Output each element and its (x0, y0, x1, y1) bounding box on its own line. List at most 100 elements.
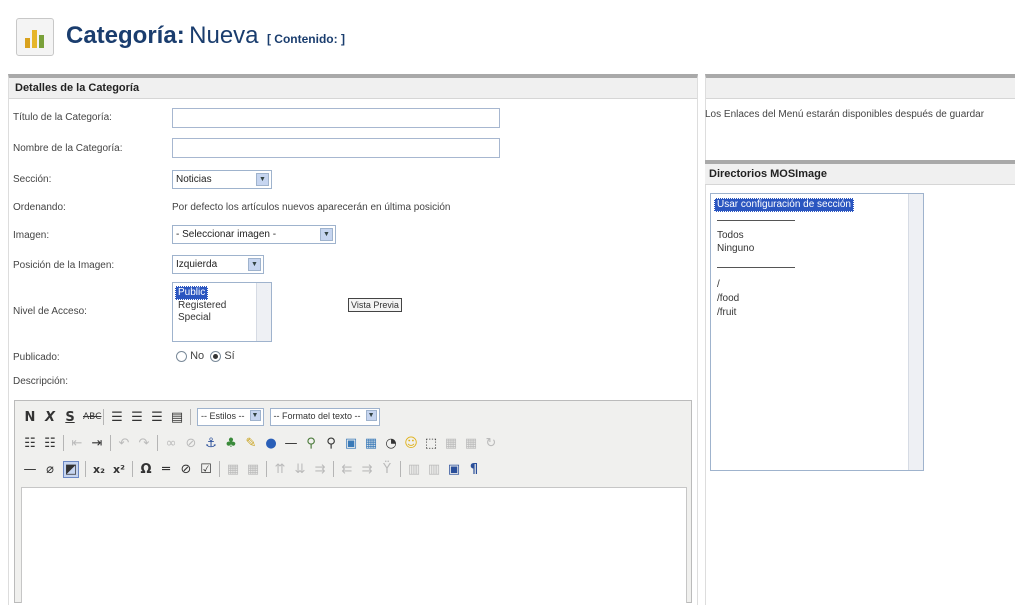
mosimage-option[interactable]: /food (717, 293, 739, 304)
insert-row-icon[interactable]: ▦ (444, 436, 458, 451)
table-icon[interactable]: ▦ (226, 462, 240, 477)
chevron-down-icon: ▼ (256, 173, 269, 186)
editor-toolbar-row-1: N X S ABC ☰ ☰ ☰ ▤ -- Estilos -- ▼ -- For… (23, 407, 380, 427)
insert-image-icon[interactable]: ⊘ (179, 462, 193, 477)
radio-no[interactable] (176, 350, 187, 362)
formato-select[interactable]: -- Formato del texto -- ▼ (269, 408, 380, 426)
titulo-input[interactable] (172, 108, 500, 128)
vista-previa-button[interactable]: Vista Previa (348, 298, 402, 312)
italic-icon[interactable]: X (43, 410, 57, 425)
delete-row-icon[interactable]: ▦ (464, 436, 478, 451)
numbered-list-icon[interactable]: ☷ (43, 436, 57, 451)
paste-icon[interactable]: ▦ (364, 436, 378, 451)
special-char-icon[interactable]: Ω (139, 462, 153, 477)
align-center-icon[interactable]: ☰ (130, 410, 144, 425)
subscript-icon[interactable]: x₂ (92, 463, 106, 476)
editor-toolbar-row-3: — ⌀ ◩ x₂ x² Ω ═ ⊘ ☑ ▦ ▦ ⇈ ⇊ ⇉ ⇇ ⇉ Ÿ ▥ ▥ … (23, 459, 481, 479)
anchor-icon[interactable]: ⚓ (204, 436, 218, 451)
delete-col-icon[interactable]: Ÿ (380, 462, 394, 477)
emoticon-icon[interactable]: ◔ (384, 436, 398, 451)
row-after-icon[interactable]: ⇊ (293, 462, 307, 477)
listbox-scrollbar[interactable] (908, 194, 923, 470)
image-icon[interactable]: ♣ (224, 436, 238, 451)
indent-icon[interactable]: ⇥ (90, 436, 104, 451)
row-before-icon[interactable]: ⇈ (273, 462, 287, 477)
nivel-option[interactable]: Registered (175, 300, 226, 312)
seccion-value: Noticias (176, 174, 212, 185)
insert-date-icon[interactable]: ☑ (199, 462, 213, 477)
cleanup-icon[interactable]: ✎ (244, 436, 258, 451)
listbox-scrollbar[interactable] (256, 283, 271, 341)
radio-si[interactable] (210, 350, 222, 362)
bullet-list-icon[interactable]: ☷ (23, 436, 37, 451)
strikethrough-icon[interactable]: ABC (83, 412, 101, 422)
bar-icon-part (32, 30, 37, 48)
mosimage-option-selected[interactable]: Usar configuración de sección (714, 198, 854, 212)
visual-aid-icon[interactable]: ⬚ (424, 436, 438, 451)
editor-toolbar-row-2: ☷ ☷ ⇤ ⇥ ↶ ↷ ∞ ⊘ ⚓ ♣ ✎ ● — ⚲ ⚲ ▣ ▦ ◔ ☺ ⬚ … (23, 433, 498, 453)
remove-format-icon[interactable]: ⌀ (43, 462, 57, 477)
merge-cells-icon[interactable]: ▥ (427, 462, 441, 477)
mosimage-heading: Directorios MOSImage (705, 164, 1015, 185)
col-before-icon[interactable]: ⇇ (340, 462, 354, 477)
link-icon[interactable]: ∞ (164, 436, 178, 451)
titulo-label: Título de la Categoría: (13, 112, 112, 123)
redo-alt-icon[interactable]: ↻ (484, 436, 498, 451)
toolbar-separator (103, 409, 104, 425)
mosimage-listbox[interactable]: Usar configuración de sección Todos Ning… (710, 193, 924, 471)
media-icon[interactable]: ▣ (344, 436, 358, 451)
superscript-icon[interactable]: x² (112, 463, 126, 476)
table-props-icon[interactable]: ▦ (246, 462, 260, 477)
hr-icon[interactable]: — (23, 462, 37, 477)
bar-icon-part (39, 35, 44, 48)
nivel-option[interactable]: Special (175, 312, 226, 324)
redo-icon[interactable]: ↷ (137, 436, 151, 451)
formato-value: -- Formato del texto -- (273, 411, 361, 421)
posicion-select[interactable]: Izquierda ▼ (172, 255, 264, 274)
underline-icon[interactable]: S (63, 410, 77, 425)
editor-content-area[interactable] (21, 487, 687, 603)
chevron-down-icon: ▼ (365, 410, 377, 421)
nivel-listbox[interactable]: Public Registered Special (172, 282, 272, 342)
undo-icon[interactable]: ↶ (117, 436, 131, 451)
outdent-icon[interactable]: ⇤ (70, 436, 84, 451)
split-cells-icon[interactable]: ▥ (407, 462, 421, 477)
align-left-icon[interactable]: ☰ (110, 410, 124, 425)
descripcion-label: Descripción: (13, 376, 69, 387)
align-justify-icon[interactable]: ▤ (170, 410, 184, 425)
delete-row-icon[interactable]: ⇉ (313, 462, 327, 477)
find-icon[interactable]: ⚲ (304, 436, 318, 451)
seccion-select[interactable]: Noticias ▼ (172, 170, 272, 189)
mosimage-option[interactable]: / (717, 279, 720, 290)
estilos-value: -- Estilos -- (201, 411, 245, 421)
help-icon[interactable]: ● (264, 436, 278, 451)
insert-line-icon[interactable]: ═ (159, 462, 173, 477)
toolbar-separator (333, 461, 334, 477)
replace-icon[interactable]: ⚲ (324, 436, 338, 451)
bold-icon[interactable]: N (23, 410, 37, 425)
visual-aid-icon[interactable]: ◩ (63, 460, 79, 478)
publicado-label: Publicado: (13, 352, 60, 363)
nivel-option[interactable]: Public (175, 286, 209, 300)
toolbar-separator (110, 435, 111, 451)
list-divider (717, 267, 795, 268)
align-right-icon[interactable]: ☰ (150, 410, 164, 425)
horizontal-rule-icon[interactable]: — (284, 436, 298, 451)
details-heading: Detalles de la Categoría (9, 78, 697, 99)
mosimage-option[interactable]: Ninguno (717, 243, 754, 254)
title-bold: Categoría: (66, 22, 185, 49)
toolbar-separator (85, 461, 86, 477)
estilos-select[interactable]: -- Estilos -- ▼ (197, 408, 264, 426)
mosimage-option[interactable]: /fruit (717, 307, 736, 318)
rich-text-editor: N X S ABC ☰ ☰ ☰ ▤ -- Estilos -- ▼ -- For… (14, 400, 692, 603)
publicado-radios: No Sí (176, 350, 235, 362)
ordenando-value: Por defecto los artículos nuevos aparece… (172, 202, 451, 213)
unlink-icon[interactable]: ⊘ (184, 436, 198, 451)
col-after-icon[interactable]: ⇉ (360, 462, 374, 477)
imagen-select[interactable]: - Seleccionar imagen - ▼ (172, 225, 336, 244)
smiley-icon[interactable]: ☺ (404, 436, 418, 451)
nombre-input[interactable] (172, 138, 500, 158)
mosimage-option[interactable]: Todos (717, 230, 744, 241)
ltr-icon[interactable]: ¶ (467, 462, 481, 477)
fullscreen-icon[interactable]: ▣ (447, 462, 461, 477)
